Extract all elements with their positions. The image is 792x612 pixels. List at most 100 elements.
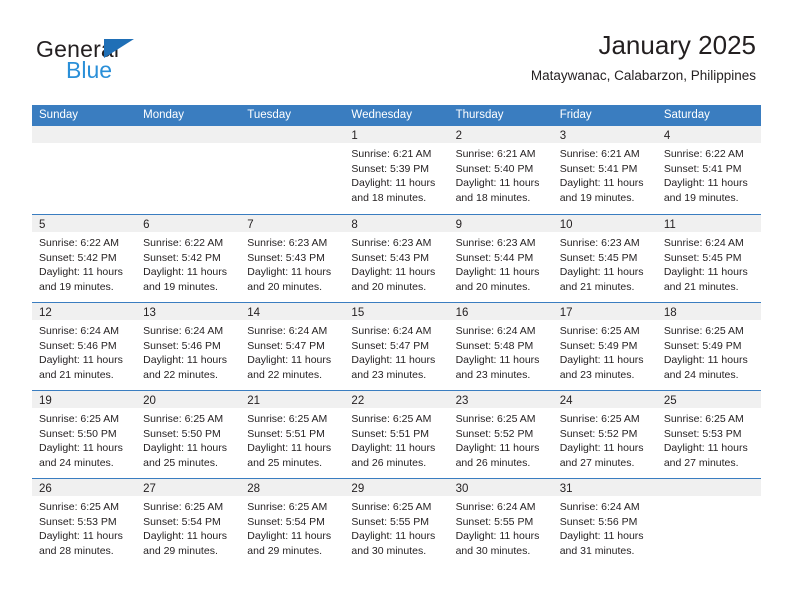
sunrise-text: Sunrise: 6:24 AM bbox=[143, 325, 224, 337]
daylight-text: Daylight: 11 hours bbox=[663, 442, 748, 454]
sunset-text: Sunset: 5:51 PM bbox=[351, 427, 430, 440]
sunrise-text: Sunrise: 6:25 AM bbox=[39, 413, 119, 425]
day-detail-text: Sunrise: 6:25 AM Sunset: 5:49 PM Daylight:… bbox=[553, 320, 657, 382]
daylight-text: and 19 minutes. bbox=[143, 280, 218, 293]
sunrise-text: Sunrise: 6:24 AM bbox=[351, 325, 432, 337]
calendar-day-cell[interactable]: 7 Sunrise: 6:23 AM Sunset: 5:43 PM Daylight… bbox=[240, 215, 345, 302]
sunset-text: Sunset: 5:54 PM bbox=[143, 515, 221, 528]
daylight-text: Daylight: 11 hours bbox=[143, 442, 227, 454]
sunrise-text: Sunrise: 6:25 AM bbox=[143, 501, 224, 513]
daylight-text: Daylight: 11 hours bbox=[351, 530, 436, 542]
day-number-band: 27 bbox=[136, 479, 241, 496]
calendar-day-cell[interactable]: 12 Sunrise: 6:24 AM Sunset: 5:46 PM Dayligh… bbox=[32, 303, 137, 390]
sunrise-text: Sunrise: 6:25 AM bbox=[559, 325, 640, 337]
calendar-day-cell[interactable]: 21 Sunrise: 6:25 AM Sunset: 5:51 PM Dayligh… bbox=[240, 391, 345, 478]
sunrise-text: Sunrise: 6:25 AM bbox=[455, 413, 536, 425]
calendar-day-cell[interactable]: 20 Sunrise: 6:25 AM Sunset: 5:50 PM Dayligh… bbox=[136, 391, 241, 478]
calendar-day-cell[interactable]: 9 Sunrise: 6:23 AM Sunset: 5:44 PM Daylight… bbox=[448, 215, 553, 302]
daylight-text: and 29 minutes. bbox=[247, 544, 322, 557]
general-blue-logo[interactable]: General Blue bbox=[36, 36, 216, 88]
sunset-text: Sunset: 5:44 PM bbox=[455, 251, 534, 264]
daylight-text: Daylight: 11 hours bbox=[455, 354, 540, 366]
sunset-text: Sunset: 5:55 PM bbox=[351, 515, 430, 528]
day-detail-text: Sunrise: 6:25 AM Sunset: 5:55 PM Daylight:… bbox=[344, 496, 448, 558]
daylight-text: and 27 minutes. bbox=[559, 456, 635, 469]
day-number-band: 11 bbox=[656, 215, 761, 232]
calendar-day-cell[interactable]: 18 Sunrise: 6:25 AM Sunset: 5:49 PM Dayligh… bbox=[656, 303, 761, 390]
calendar-day-cell[interactable]: 1 Sunrise: 6:21 AM Sunset: 5:39 PM Daylight… bbox=[344, 126, 449, 214]
day-number-band: 19 bbox=[32, 391, 137, 408]
daylight-text: and 31 minutes. bbox=[559, 544, 635, 557]
day-detail-text: Sunrise: 6:25 AM Sunset: 5:54 PM Daylight:… bbox=[240, 496, 344, 558]
day-detail-text: Sunrise: 6:23 AM Sunset: 5:43 PM Daylight:… bbox=[240, 232, 344, 294]
calendar-day-cell[interactable]: 30 Sunrise: 6:24 AM Sunset: 5:55 PM Dayligh… bbox=[448, 479, 553, 566]
day-detail-text: Sunrise: 6:25 AM Sunset: 5:53 PM Daylight:… bbox=[32, 496, 136, 558]
calendar-day-cell[interactable]: 16 Sunrise: 6:24 AM Sunset: 5:48 PM Dayligh… bbox=[448, 303, 553, 390]
day-number: 9 bbox=[455, 219, 462, 231]
daylight-text: Daylight: 11 hours bbox=[455, 530, 540, 542]
calendar-day-cell[interactable]: 17 Sunrise: 6:25 AM Sunset: 5:49 PM Dayligh… bbox=[552, 303, 657, 390]
calendar-day-cell[interactable]: 6 Sunrise: 6:22 AM Sunset: 5:42 PM Daylight… bbox=[136, 215, 241, 302]
calendar-day-cell[interactable]: 10 Sunrise: 6:23 AM Sunset: 5:45 PM Dayligh… bbox=[552, 215, 657, 302]
daylight-text: and 24 minutes. bbox=[663, 368, 739, 381]
calendar-day-cell[interactable]: 27 Sunrise: 6:25 AM Sunset: 5:54 PM Dayligh… bbox=[136, 479, 241, 566]
day-number: 26 bbox=[39, 483, 52, 495]
daylight-text: and 30 minutes. bbox=[351, 544, 427, 557]
calendar-day-cell[interactable]: 28 Sunrise: 6:25 AM Sunset: 5:54 PM Dayligh… bbox=[240, 479, 345, 566]
calendar-day-cell[interactable]: 14 Sunrise: 6:24 AM Sunset: 5:47 PM Dayligh… bbox=[240, 303, 345, 390]
daylight-text: and 22 minutes. bbox=[143, 368, 218, 381]
calendar-day-cell[interactable]: 2 Sunrise: 6:21 AM Sunset: 5:40 PM Daylight… bbox=[448, 126, 553, 214]
calendar-day-cell[interactable]: 11 Sunrise: 6:24 AM Sunset: 5:45 PM Dayligh… bbox=[656, 215, 761, 302]
calendar-day-cell[interactable]: 13 Sunrise: 6:24 AM Sunset: 5:46 PM Dayligh… bbox=[136, 303, 241, 390]
day-number-band: 1 bbox=[344, 126, 449, 143]
calendar-grid: Sunday Monday Tuesday Wednesday Thursday Frid… bbox=[32, 105, 761, 566]
calendar-cell-empty bbox=[32, 126, 137, 214]
calendar-day-cell[interactable]: 8 Sunrise: 6:23 AM Sunset: 5:43 PM Daylight… bbox=[344, 215, 449, 302]
day-number: 7 bbox=[247, 219, 254, 231]
sunset-text: Sunset: 5:42 PM bbox=[143, 251, 221, 264]
sunrise-text: Sunrise: 6:25 AM bbox=[351, 413, 432, 425]
daylight-text: and 30 minutes. bbox=[455, 544, 531, 557]
daylight-text: and 28 minutes. bbox=[39, 544, 114, 557]
sunset-text: Sunset: 5:47 PM bbox=[351, 339, 430, 352]
calendar-day-cell[interactable]: 26 Sunrise: 6:25 AM Sunset: 5:53 PM Dayligh… bbox=[32, 479, 137, 566]
calendar-day-cell[interactable]: 23 Sunrise: 6:25 AM Sunset: 5:52 PM Dayligh… bbox=[448, 391, 553, 478]
day-number: 13 bbox=[143, 307, 156, 319]
daylight-text: Daylight: 11 hours bbox=[559, 442, 644, 454]
calendar-day-cell[interactable]: 31 Sunrise: 6:24 AM Sunset: 5:56 PM Dayligh… bbox=[552, 479, 657, 566]
calendar-day-cell[interactable]: 4 Sunrise: 6:22 AM Sunset: 5:41 PM Daylight… bbox=[656, 126, 761, 214]
calendar-day-cell[interactable]: 15 Sunrise: 6:24 AM Sunset: 5:47 PM Dayligh… bbox=[344, 303, 449, 390]
day-number-band: 25 bbox=[656, 391, 761, 408]
day-detail-text: Sunrise: 6:25 AM Sunset: 5:52 PM Daylight:… bbox=[449, 408, 553, 470]
calendar-day-cell[interactable]: 22 Sunrise: 6:25 AM Sunset: 5:51 PM Dayligh… bbox=[344, 391, 449, 478]
day-number-band bbox=[656, 479, 761, 496]
day-number-band: 9 bbox=[448, 215, 553, 232]
calendar-day-cell[interactable]: 5 Sunrise: 6:22 AM Sunset: 5:42 PM Daylight… bbox=[32, 215, 137, 302]
daylight-text: Daylight: 11 hours bbox=[143, 266, 227, 278]
calendar-day-cell[interactable]: 25 Sunrise: 6:25 AM Sunset: 5:53 PM Dayligh… bbox=[656, 391, 761, 478]
sunrise-text: Sunrise: 6:24 AM bbox=[247, 325, 328, 337]
sunset-text: Sunset: 5:49 PM bbox=[559, 339, 638, 352]
day-detail-text: Sunrise: 6:24 AM Sunset: 5:55 PM Daylight:… bbox=[449, 496, 553, 558]
calendar-day-cell[interactable]: 24 Sunrise: 6:25 AM Sunset: 5:52 PM Dayligh… bbox=[552, 391, 657, 478]
day-detail-text: Sunrise: 6:24 AM Sunset: 5:45 PM Daylight:… bbox=[657, 232, 761, 294]
sunset-text: Sunset: 5:53 PM bbox=[39, 515, 117, 528]
day-detail-text: Sunrise: 6:25 AM Sunset: 5:54 PM Daylight:… bbox=[136, 496, 240, 558]
daylight-text: Daylight: 11 hours bbox=[247, 354, 332, 366]
sunrise-text: Sunrise: 6:23 AM bbox=[247, 237, 328, 249]
daylight-text: Daylight: 11 hours bbox=[663, 266, 748, 278]
calendar-day-cell[interactable]: 19 Sunrise: 6:25 AM Sunset: 5:50 PM Dayligh… bbox=[32, 391, 137, 478]
sunrise-text: Sunrise: 6:23 AM bbox=[455, 237, 536, 249]
calendar-day-cell[interactable]: 3 Sunrise: 6:21 AM Sunset: 5:41 PM Daylight… bbox=[552, 126, 657, 214]
daylight-text: and 21 minutes. bbox=[559, 280, 635, 293]
day-number: 15 bbox=[351, 307, 365, 319]
day-number: 5 bbox=[39, 219, 46, 231]
day-number-band: 23 bbox=[448, 391, 553, 408]
sunrise-text: Sunrise: 6:25 AM bbox=[663, 325, 744, 337]
day-number: 16 bbox=[455, 307, 469, 319]
day-number: 8 bbox=[351, 219, 358, 231]
day-number-band: 6 bbox=[136, 215, 241, 232]
weekday-header-friday: Friday bbox=[559, 109, 592, 121]
calendar-day-cell[interactable]: 29 Sunrise: 6:25 AM Sunset: 5:55 PM Dayligh… bbox=[344, 479, 449, 566]
day-number-band: 7 bbox=[240, 215, 345, 232]
